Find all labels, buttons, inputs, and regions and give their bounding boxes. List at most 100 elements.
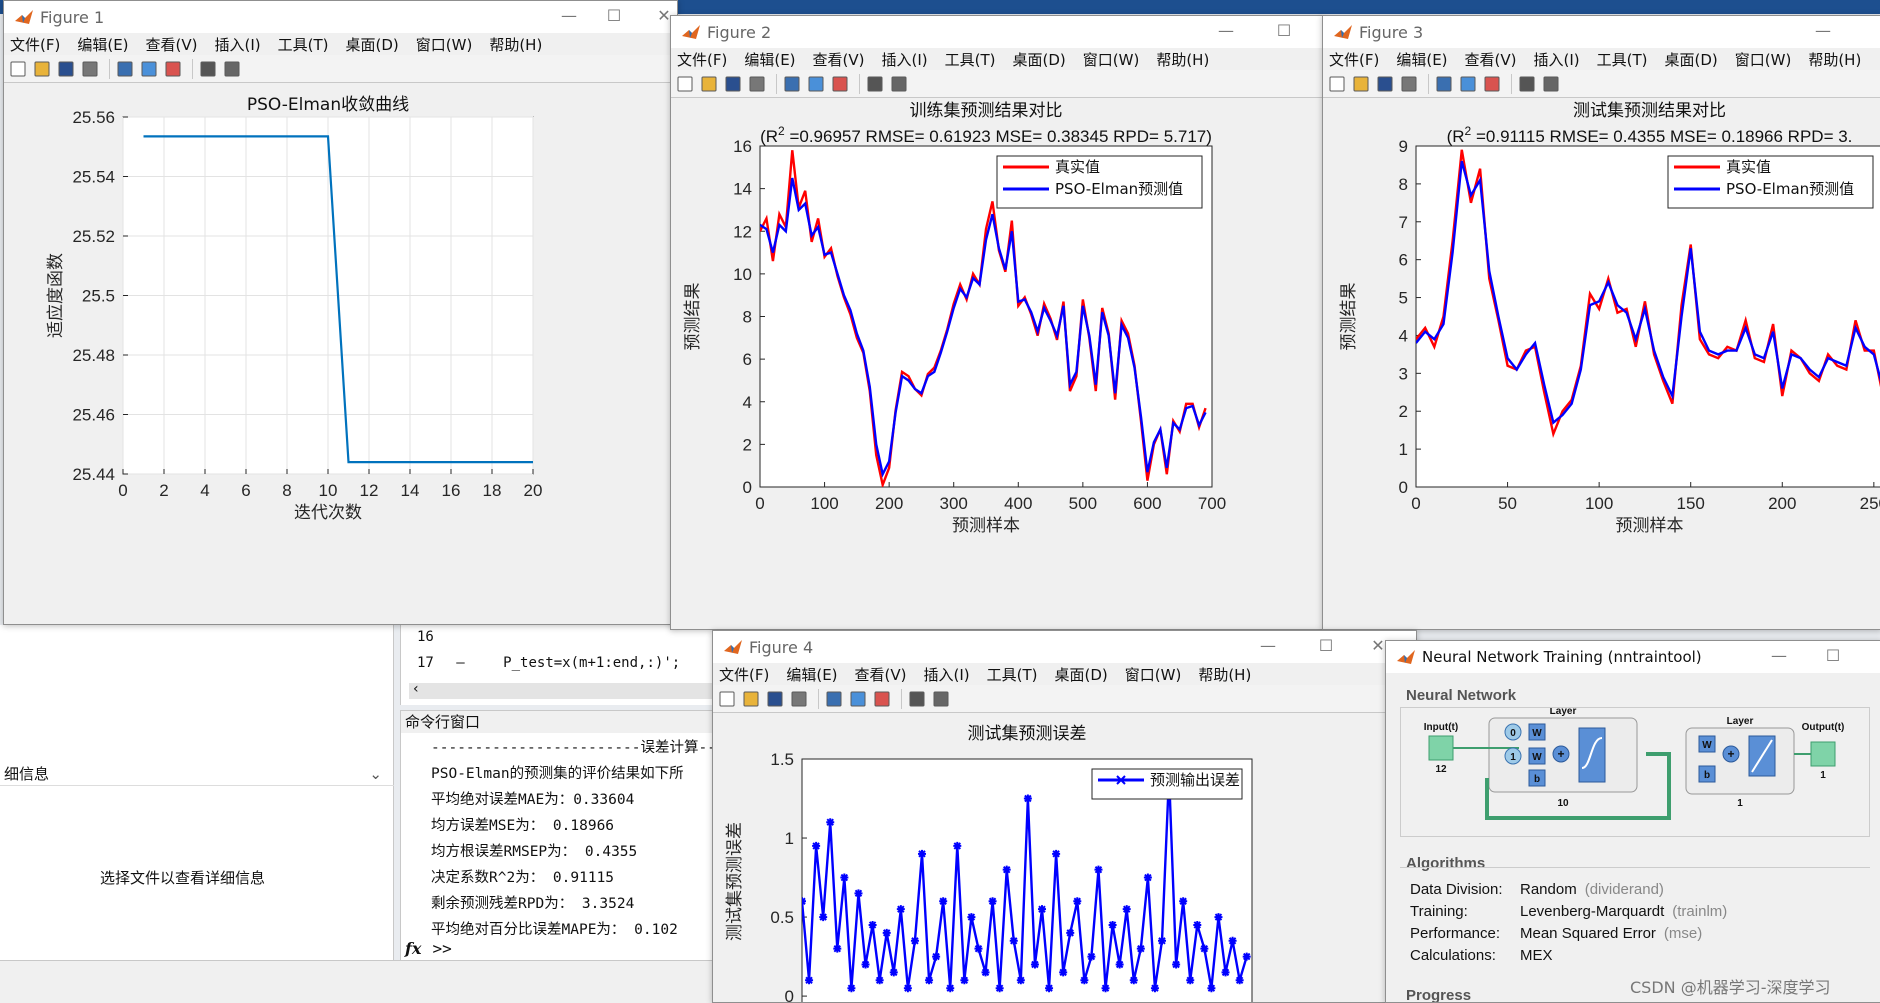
figure1-window[interactable]: Figure 1 — ☐ ✕ 文件(F) 编辑(E) 查看(V) 插入(I) 工具(T)… (3, 0, 678, 625)
panel-icon[interactable] (1541, 74, 1561, 94)
figure1-titlebar[interactable]: Figure 1 — ☐ ✕ (4, 1, 677, 33)
menu-view[interactable]: 查看(V) (1465, 49, 1517, 70)
colorbar-icon[interactable] (848, 689, 868, 709)
print-icon[interactable] (747, 74, 767, 94)
maximize-button[interactable]: ☐ (1311, 635, 1341, 657)
figure2-window[interactable]: Figure 2 — ☐ 文件(F) 编辑(E) 查看(V) 插入(I) 工具(T) 桌面… (670, 15, 1325, 630)
menu-insert[interactable]: 插入(I) (882, 49, 928, 70)
menu-view[interactable]: 查看(V) (855, 664, 907, 685)
save-icon[interactable] (1375, 74, 1395, 94)
colorbar-icon[interactable] (806, 74, 826, 94)
legend-icon[interactable] (872, 689, 892, 709)
toolbar-separator (1428, 73, 1429, 94)
menu-file[interactable]: 文件(F) (1329, 49, 1379, 70)
figure4-titlebar[interactable]: Figure 4 — ☐ ✕ (713, 631, 1416, 663)
save-icon[interactable] (723, 74, 743, 94)
menu-help[interactable]: 帮助(H) (1156, 49, 1209, 70)
new-figure-icon[interactable] (8, 59, 28, 79)
pointer-icon[interactable] (907, 689, 927, 709)
figure3-titlebar[interactable]: Figure 3 — (1323, 16, 1880, 48)
menu-window[interactable]: 窗口(W) (1125, 664, 1182, 685)
print-icon[interactable] (789, 689, 809, 709)
menu-desktop[interactable]: 桌面(D) (346, 34, 399, 55)
menu-insert[interactable]: 插入(I) (215, 34, 261, 55)
menu-file[interactable]: 文件(F) (677, 49, 727, 70)
menu-tools[interactable]: 工具(T) (278, 34, 329, 55)
link-icon[interactable] (824, 689, 844, 709)
minimize-button[interactable]: — (1253, 635, 1283, 657)
maximize-button[interactable]: ☐ (1269, 20, 1299, 42)
menu-window[interactable]: 窗口(W) (1735, 49, 1792, 70)
maximize-button[interactable]: ☐ (1818, 645, 1848, 667)
new-figure-icon[interactable] (675, 74, 695, 94)
figure2-titlebar[interactable]: Figure 2 — ☐ (671, 16, 1324, 48)
legend-icon[interactable] (830, 74, 850, 94)
menu-help[interactable]: 帮助(H) (1198, 664, 1251, 685)
menu-file[interactable]: 文件(F) (719, 664, 769, 685)
menu-window[interactable]: 窗口(W) (1083, 49, 1140, 70)
colorbar-icon[interactable] (139, 59, 159, 79)
panel-icon[interactable] (222, 59, 242, 79)
open-file-icon[interactable] (699, 74, 719, 94)
open-file-icon[interactable] (1351, 74, 1371, 94)
menu-help[interactable]: 帮助(H) (1808, 49, 1861, 70)
panel-icon[interactable] (931, 689, 951, 709)
new-figure-icon[interactable] (717, 689, 737, 709)
scroll-left-icon[interactable]: ‹ (413, 681, 419, 697)
menu-desktop[interactable]: 桌面(D) (1013, 49, 1066, 70)
menu-edit[interactable]: 编辑(E) (1396, 49, 1447, 70)
nntraintool-titlebar[interactable]: Neural Network Training (nntraintool) — … (1386, 641, 1880, 673)
link-icon[interactable] (782, 74, 802, 94)
x-tick-label: 150 (1677, 494, 1705, 513)
colorbar-icon[interactable] (1458, 74, 1478, 94)
figure1-menubar: 文件(F) 编辑(E) 查看(V) 插入(I) 工具(T) 桌面(D) 窗口(W) 帮助(H) (4, 33, 677, 55)
pointer-icon[interactable] (865, 74, 885, 94)
minimize-button[interactable]: — (1211, 20, 1241, 42)
print-icon[interactable] (80, 59, 100, 79)
menu-insert[interactable]: 插入(I) (1534, 49, 1580, 70)
figure3-window[interactable]: Figure 3 — 文件(F) 编辑(E) 查看(V) 插入(I) 工具(T) 桌面(D… (1322, 15, 1880, 630)
command-window[interactable]: 命令行窗口 ------------------------误差计算---- P… (400, 710, 734, 965)
x-tick-label: 8 (282, 481, 291, 500)
y-tick-label: 8 (1399, 175, 1408, 194)
menu-tools[interactable]: 工具(T) (945, 49, 996, 70)
open-file-icon[interactable] (741, 689, 761, 709)
open-file-icon[interactable] (32, 59, 52, 79)
legend-icon[interactable] (163, 59, 183, 79)
figure4-window[interactable]: Figure 4 — ☐ ✕ 文件(F) 编辑(E) 查看(V) 插入(I) 工具(T)… (712, 630, 1417, 1003)
menu-insert[interactable]: 插入(I) (924, 664, 970, 685)
menu-edit[interactable]: 编辑(E) (77, 34, 128, 55)
menu-tools[interactable]: 工具(T) (1597, 49, 1648, 70)
menu-help[interactable]: 帮助(H) (489, 34, 542, 55)
menu-file[interactable]: 文件(F) (10, 34, 60, 55)
print-icon[interactable] (1399, 74, 1419, 94)
menu-edit[interactable]: 编辑(E) (744, 49, 795, 70)
menu-view[interactable]: 查看(V) (813, 49, 865, 70)
minimize-button[interactable]: — (1764, 645, 1794, 667)
menu-desktop[interactable]: 桌面(D) (1665, 49, 1718, 70)
menu-window[interactable]: 窗口(W) (416, 34, 473, 55)
command-prompt-row[interactable]: fx >> (405, 939, 452, 958)
editor-scrollbar[interactable]: ‹ (409, 681, 719, 699)
menu-edit[interactable]: 编辑(E) (786, 664, 837, 685)
new-figure-icon[interactable] (1327, 74, 1347, 94)
menu-desktop[interactable]: 桌面(D) (1055, 664, 1108, 685)
menu-view[interactable]: 查看(V) (146, 34, 198, 55)
maximize-button[interactable]: ☐ (599, 5, 629, 27)
detail-header[interactable]: 细信息 ⌄ (0, 762, 394, 786)
command-output: ------------------------误差计算---- PSO-Elm… (431, 740, 734, 938)
chevron-down-icon[interactable]: ⌄ (369, 762, 382, 786)
minimize-button[interactable]: — (554, 5, 584, 27)
link-icon[interactable] (1434, 74, 1454, 94)
link-icon[interactable] (115, 59, 135, 79)
save-icon[interactable] (765, 689, 785, 709)
pointer-icon[interactable] (1517, 74, 1537, 94)
nntraintool-window[interactable]: Neural Network Training (nntraintool) — … (1385, 640, 1880, 1003)
legend-icon[interactable] (1482, 74, 1502, 94)
data-point (1186, 976, 1195, 985)
pointer-icon[interactable] (198, 59, 218, 79)
minimize-button[interactable]: — (1808, 20, 1838, 42)
panel-icon[interactable] (889, 74, 909, 94)
menu-tools[interactable]: 工具(T) (987, 664, 1038, 685)
save-icon[interactable] (56, 59, 76, 79)
